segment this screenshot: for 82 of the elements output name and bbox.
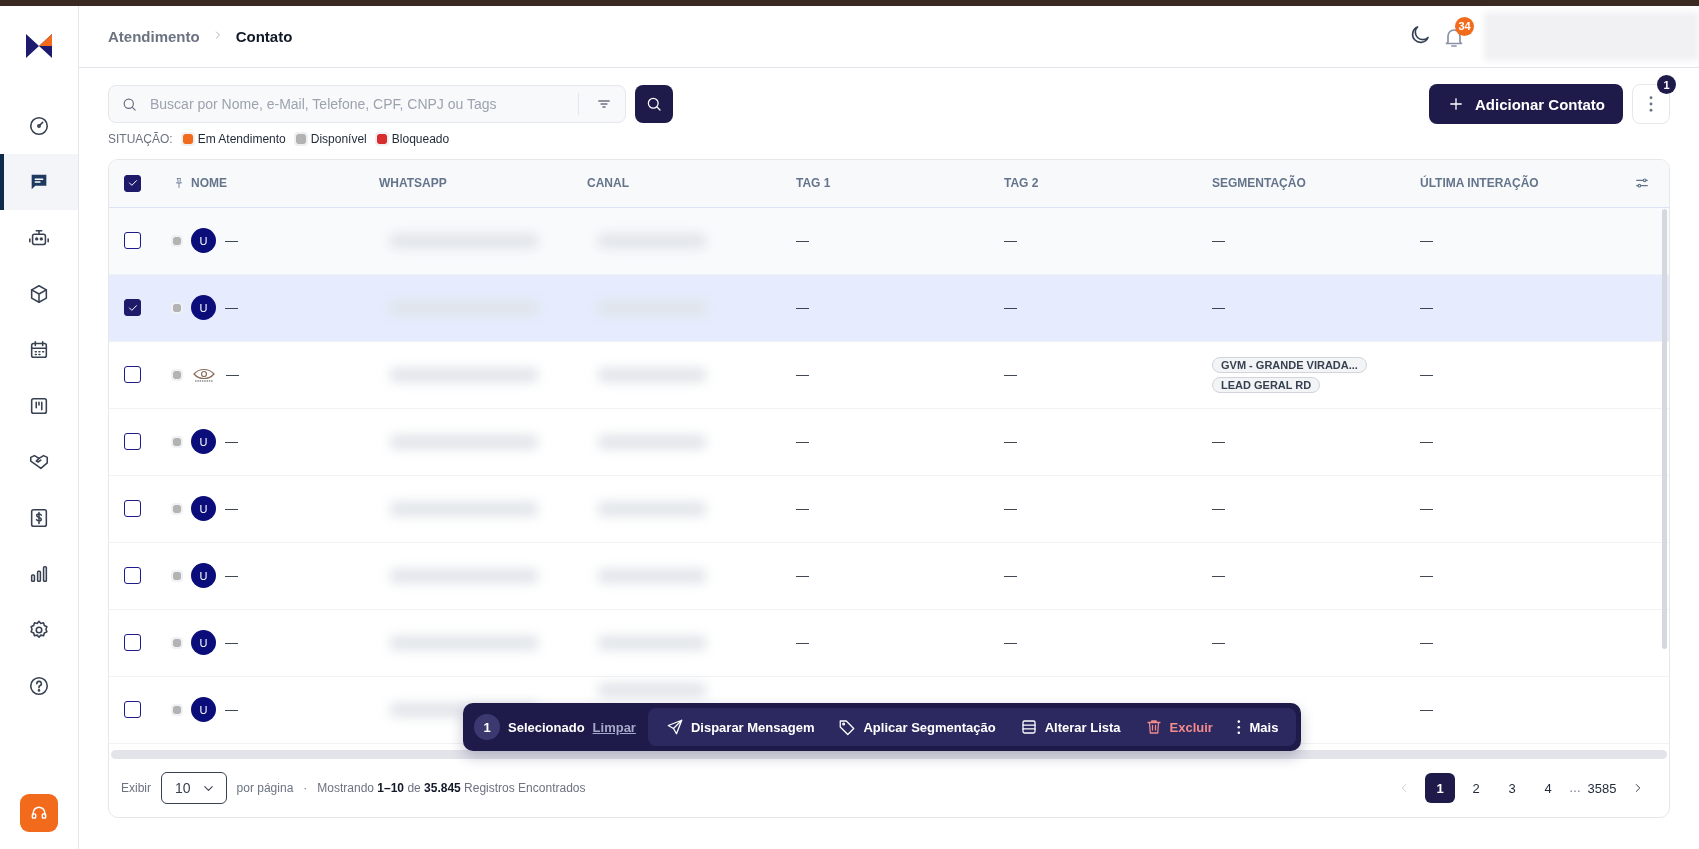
breadcrumb-item: Contato xyxy=(235,28,293,45)
table-cell: — xyxy=(1004,300,1017,316)
action-button[interactable]: Disparar Mensagem xyxy=(653,718,827,736)
column-header[interactable]: ÚLTIMA INTERAÇÃO xyxy=(1420,176,1539,191)
table-cell: — xyxy=(1004,635,1017,651)
page-button[interactable]: 3585 xyxy=(1587,773,1617,804)
table-cell: — xyxy=(225,300,238,316)
column-header[interactable]: TAG 2 xyxy=(1004,176,1039,191)
column-header[interactable]: WHATSAPP xyxy=(379,176,447,191)
table-cell: — xyxy=(796,568,809,584)
table-cell: — xyxy=(1420,367,1433,383)
legend-item: Disponível xyxy=(310,132,367,146)
table-cell: — xyxy=(1212,635,1225,651)
table-cell: — xyxy=(1004,233,1017,249)
count-badge: 1 xyxy=(474,714,500,740)
table-cell: — xyxy=(796,501,809,517)
table-cell: — xyxy=(226,367,239,383)
table-cell: — xyxy=(1420,300,1433,316)
table-cell: — xyxy=(1420,568,1433,584)
selected-label: Selecionado xyxy=(508,719,585,735)
table-cell: — xyxy=(1420,233,1433,249)
column-header[interactable]: TAG 1 xyxy=(796,176,831,191)
table-cell: — xyxy=(1420,702,1433,718)
table-cell: — xyxy=(796,367,809,383)
avatar: U xyxy=(191,496,216,522)
table-cell: — xyxy=(225,501,238,517)
table-cell: — xyxy=(1004,501,1017,517)
notification-badge: 34 xyxy=(1455,16,1474,36)
column-header[interactable]: CANAL xyxy=(587,176,629,191)
pagination-ellipsis: … xyxy=(1569,781,1581,796)
table-cell: — xyxy=(796,635,809,651)
table-cell: — xyxy=(1212,233,1225,249)
action-button[interactable]: Mais xyxy=(1224,719,1291,735)
table-cell: — xyxy=(1004,568,1017,584)
search-field[interactable]: Buscar por Nome, e-Mail, Telefone, CPF, CNPJ ou Tags xyxy=(148,95,562,113)
per-page-label: por página xyxy=(236,781,294,796)
avatar: U xyxy=(191,295,216,321)
search-bar[interactable]: Buscar por Nome, e-Mail, Telefone, CPF, CNPJ ou Tags xyxy=(108,85,626,123)
page-button[interactable]: 4 xyxy=(1533,773,1563,804)
table-cell: — xyxy=(1212,300,1225,316)
table-cell: — xyxy=(225,702,238,718)
add-contact-button[interactable]: Adicionar Contato xyxy=(1429,84,1623,124)
clear-link[interactable]: Limpar xyxy=(592,719,636,735)
table-cell: — xyxy=(225,635,238,651)
page-button[interactable]: 1 xyxy=(1425,773,1455,804)
table-cell: — xyxy=(1420,635,1433,651)
table-cell: — xyxy=(796,300,809,316)
action-button[interactable]: Aplicar Segmentação xyxy=(826,718,1008,736)
legend-label: SITUAÇÃO: xyxy=(108,132,173,146)
page-button[interactable]: 3 xyxy=(1497,773,1527,804)
table-cell: — xyxy=(796,233,809,249)
segment-tag: LEAD GERAL RD xyxy=(1212,376,1321,393)
avatar: U xyxy=(191,630,216,656)
table-cell: — xyxy=(1212,501,1225,517)
records-summary: Mostrando 1–10 de 35.845 Registros Encontrados xyxy=(317,781,586,796)
table-cell: — xyxy=(1212,568,1225,584)
action-button[interactable]: Alterar Lista xyxy=(1007,718,1133,736)
table-cell: — xyxy=(1420,434,1433,450)
table-cell: — xyxy=(1420,501,1433,517)
table-cell: — xyxy=(1004,367,1017,383)
count-badge: 1 xyxy=(1657,75,1676,94)
breadcrumb-item[interactable]: Atendimento xyxy=(108,28,200,45)
table-cell: — xyxy=(796,434,809,450)
action-button[interactable]: Excluir xyxy=(1132,718,1225,736)
table-cell: — xyxy=(225,233,238,249)
page-size-select[interactable]: 10 xyxy=(161,772,227,805)
column-header[interactable]: NOME xyxy=(191,176,227,191)
table-cell: — xyxy=(225,434,238,450)
avatar: U xyxy=(191,429,216,455)
table-cell: — xyxy=(1212,434,1225,450)
avatar: U xyxy=(191,697,216,723)
show-label: Exibir xyxy=(121,781,151,796)
page-button[interactable]: 2 xyxy=(1461,773,1491,804)
avatar: U xyxy=(191,228,216,254)
table-cell: — xyxy=(1004,434,1017,450)
legend-item: Bloqueado xyxy=(391,132,450,146)
legend-item: Em Atendimento xyxy=(197,132,286,146)
avatar: U xyxy=(191,563,216,589)
table-cell: — xyxy=(225,568,238,584)
column-header[interactable]: SEGMENTAÇÃO xyxy=(1212,176,1306,191)
separator-dot: · xyxy=(303,781,308,796)
segment-tag: GVM - GRANDE VIRADA... xyxy=(1212,356,1367,373)
